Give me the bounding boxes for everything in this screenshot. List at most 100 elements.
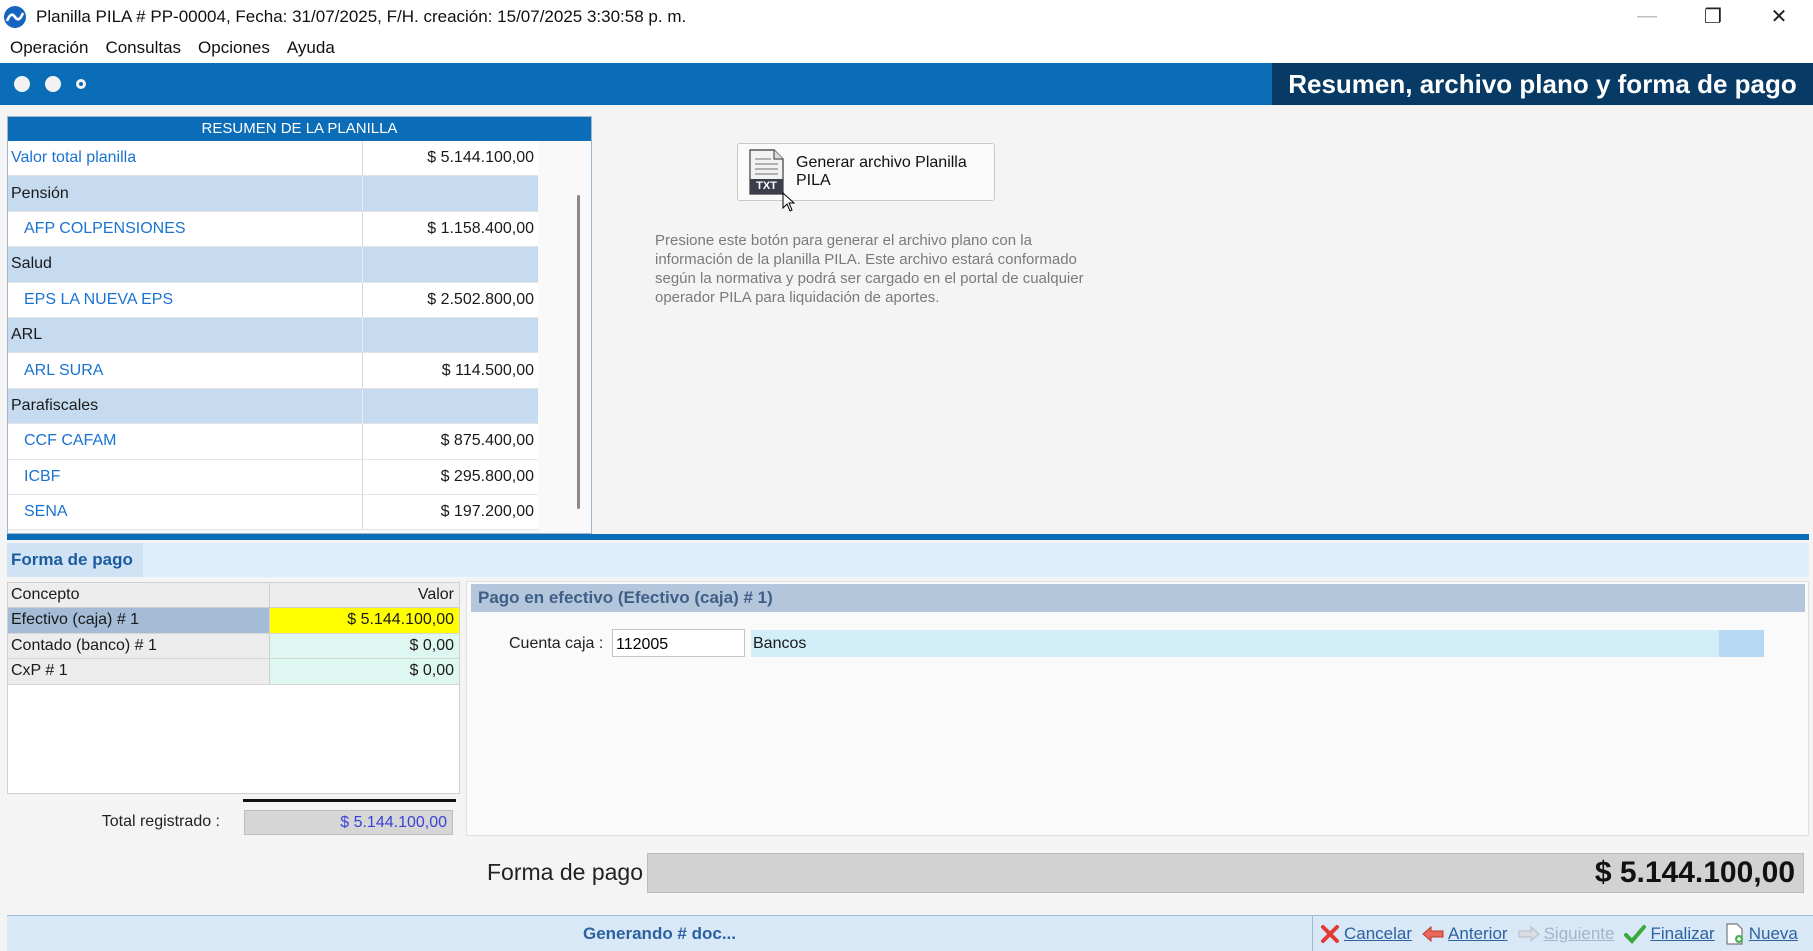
status-bar: Generando # doc... Cancelar Anterior Sig… — [7, 915, 1813, 951]
summary-group-label: Salud — [8, 247, 363, 282]
generate-button-label: Generar archivo Planilla PILA — [796, 154, 967, 189]
summary-group-salud: Salud — [8, 247, 538, 283]
summary-row-label: ARL SURA — [8, 353, 363, 388]
summary-group-pension: Pensión — [8, 176, 538, 212]
summary-group-parafiscales: Parafiscales — [8, 388, 538, 425]
menu-opciones[interactable]: Opciones — [198, 38, 270, 58]
summary-row-value: $ 1.158.400,00 — [427, 219, 534, 237]
section-title: Resumen, archivo plano y forma de pago — [1272, 63, 1813, 105]
title-bar: Planilla PILA # PP-00004, Fecha: 31/07/2… — [0, 0, 1813, 33]
cuenta-caja-input[interactable] — [612, 629, 745, 657]
tab-forma-de-pago[interactable]: Forma de pago — [7, 543, 143, 577]
summary-row-label: CCF CAFAM — [8, 424, 363, 459]
summary-row-arl-sura[interactable]: ARL SURA $ 114.500,00 — [8, 353, 538, 389]
summary-panel: RESUMEN DE LA PLANILLA Valor total plani… — [7, 116, 592, 534]
summary-group-value — [363, 389, 538, 423]
cuenta-caja-description: Bancos — [751, 630, 1764, 657]
valor-cell[interactable]: $ 5.144.100,00 — [270, 608, 459, 633]
summary-row-label: Valor total planilla — [8, 141, 363, 176]
cuenta-caja-label: Cuenta caja : — [509, 635, 604, 652]
cancel-button[interactable]: Cancelar — [1320, 924, 1412, 944]
menu-bar: Operación Consultas Opciones Ayuda — [0, 33, 1813, 63]
summary-row-value: $ 2.502.800,00 — [427, 290, 534, 308]
payment-detail-panel: Pago en efectivo (Efectivo (caja) # 1) C… — [466, 581, 1809, 836]
summary-rows: Valor total planilla $ 5.144.100,00 Pens… — [8, 141, 538, 531]
summary-row-value: $ 295.800,00 — [440, 467, 534, 485]
mouse-cursor-icon — [782, 192, 796, 212]
summary-scrollbar[interactable] — [577, 195, 580, 509]
table-row[interactable]: CxP # 1 $ 0,00 — [8, 659, 459, 685]
cancel-label: Cancelar — [1344, 924, 1413, 943]
forma-de-pago-total-label: Forma de pago — [487, 859, 643, 885]
total-underline — [243, 799, 456, 802]
finish-label: Finalizar — [1650, 924, 1715, 943]
app-logo-icon — [4, 5, 26, 28]
summary-row-label: EPS LA NUEVA EPS — [8, 282, 363, 317]
summary-row-ccf[interactable]: CCF CAFAM $ 875.400,00 — [8, 424, 538, 460]
summary-group-value — [363, 247, 538, 281]
finish-button[interactable]: Finalizar — [1624, 924, 1715, 944]
summary-row-label: AFP COLPENSIONES — [8, 211, 363, 247]
new-document-icon — [1726, 923, 1743, 945]
total-registrado-label: Total registrado : — [101, 813, 220, 830]
generate-help-text: Presione este botón para generar el arch… — [655, 232, 1084, 306]
payment-methods-table: Concepto Valor Efectivo (caja) # 1 $ 5.1… — [7, 582, 460, 794]
summary-row-sena[interactable]: SENA $ 197.200,00 — [8, 494, 538, 531]
summary-group-label: Parafiscales — [8, 388, 363, 424]
payment-detail-header: Pago en efectivo (Efectivo (caja) # 1) — [471, 584, 1805, 612]
close-button[interactable]: ✕ — [1746, 0, 1812, 33]
tab-strip — [143, 543, 1809, 577]
table-header: Concepto Valor — [8, 583, 459, 608]
summary-row-value: $ 197.200,00 — [440, 503, 534, 521]
column-valor[interactable]: Valor — [270, 583, 459, 607]
previous-button[interactable]: Anterior — [1422, 924, 1508, 944]
checkmark-icon — [1624, 925, 1647, 944]
summary-group-label: Pensión — [8, 176, 363, 211]
summary-group-label: ARL — [8, 317, 363, 353]
step-dot-1-icon[interactable] — [14, 76, 30, 92]
summary-row-label: SENA — [8, 494, 363, 530]
generate-pila-file-button[interactable]: TXT Generar archivo Planilla PILA — [737, 143, 995, 201]
arrow-right-icon — [1518, 925, 1540, 943]
summary-row-value: $ 114.500,00 — [441, 361, 534, 379]
summary-row-value: $ 875.400,00 — [440, 432, 534, 450]
status-message: Generando # doc... — [7, 916, 1313, 951]
summary-group-arl: ARL — [8, 317, 538, 354]
valor-cell[interactable]: $ 0,00 — [270, 633, 459, 658]
next-label: Siguiente — [1543, 924, 1615, 943]
window-title: Planilla PILA # PP-00004, Fecha: 31/07/2… — [36, 6, 687, 26]
minimize-button[interactable]: — — [1614, 0, 1680, 33]
table-row[interactable]: Contado (banco) # 1 $ 0,00 — [8, 633, 459, 659]
new-label: Nueva — [1748, 924, 1798, 943]
cuenta-lookup-button[interactable] — [1719, 630, 1764, 657]
next-button[interactable]: Siguiente — [1518, 924, 1615, 944]
column-concepto[interactable]: Concepto — [8, 583, 271, 607]
step-dot-2-icon[interactable] — [45, 76, 61, 92]
step-dot-current-icon[interactable] — [76, 79, 86, 89]
restore-button[interactable]: ❐ — [1680, 0, 1746, 33]
step-band: Resumen, archivo plano y forma de pago — [0, 63, 1813, 105]
concepto-cell: CxP # 1 — [8, 659, 271, 684]
summary-row-afp[interactable]: AFP COLPENSIONES $ 1.158.400,00 — [8, 211, 538, 248]
menu-consultas[interactable]: Consultas — [105, 38, 181, 58]
concepto-cell: Contado (banco) # 1 — [8, 633, 271, 658]
summary-row-value: $ 5.144.100,00 — [427, 149, 534, 167]
valor-cell[interactable]: $ 0,00 — [270, 659, 459, 684]
new-button[interactable]: Nueva — [1725, 923, 1798, 945]
table-row[interactable]: Efectivo (caja) # 1 $ 5.144.100,00 — [8, 608, 459, 634]
summary-header: RESUMEN DE LA PLANILLA — [8, 117, 591, 141]
summary-group-value — [363, 318, 538, 352]
summary-group-value — [363, 176, 538, 210]
concepto-cell: Efectivo (caja) # 1 — [8, 608, 271, 633]
previous-label: Anterior — [1448, 924, 1508, 943]
summary-row-eps[interactable]: EPS LA NUEVA EPS $ 2.502.800,00 — [8, 282, 538, 318]
wizard-actions: Cancelar Anterior Siguiente Finalizar Nu… — [1320, 916, 1808, 951]
total-registrado-value: $ 5.144.100,00 — [244, 810, 453, 835]
summary-row-icbf[interactable]: ICBF $ 295.800,00 — [8, 459, 538, 495]
summary-row-total[interactable]: Valor total planilla $ 5.144.100,00 — [8, 141, 538, 177]
cancel-icon — [1321, 925, 1339, 943]
txt-icon-label: TXT — [756, 180, 777, 192]
menu-ayuda[interactable]: Ayuda — [287, 38, 335, 58]
menu-operacion[interactable]: Operación — [10, 38, 88, 58]
summary-row-label: ICBF — [8, 459, 363, 494]
